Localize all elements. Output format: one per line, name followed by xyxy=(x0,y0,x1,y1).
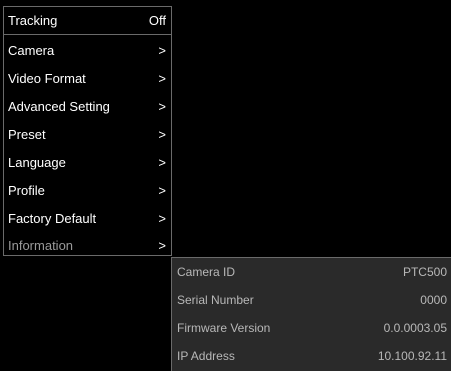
menu-item-label: Information xyxy=(8,237,74,253)
info-row-firmware-version: Firmware Version 0.0.0003.05 xyxy=(172,314,451,342)
menu-item-video-format[interactable]: Video Format > xyxy=(4,64,171,92)
info-value: 0000 xyxy=(420,293,447,307)
menu-item-information[interactable]: Information > xyxy=(4,231,171,259)
info-value: PTC500 xyxy=(402,265,447,279)
menu-item-label: Preset xyxy=(8,126,46,142)
info-label: Firmware Version xyxy=(177,321,271,335)
menu-item-camera[interactable]: Camera > xyxy=(4,36,171,64)
menu-item-preset[interactable]: Preset > xyxy=(4,120,171,148)
tracking-value: Off xyxy=(148,13,166,28)
chevron-right-icon: > xyxy=(158,182,166,198)
menu-item-advanced-setting[interactable]: Advanced Setting > xyxy=(4,92,171,120)
chevron-right-icon: > xyxy=(158,210,166,226)
chevron-right-icon: > xyxy=(158,126,166,142)
menu-item-profile[interactable]: Profile > xyxy=(4,176,171,204)
menu-item-label: Camera xyxy=(8,42,55,58)
menu-item-label: Factory Default xyxy=(8,210,97,226)
info-label: Serial Number xyxy=(177,293,254,307)
info-label: IP Address xyxy=(177,349,235,363)
info-row-camera-id: Camera ID PTC500 xyxy=(172,258,451,286)
menu-item-tracking[interactable]: Tracking Off xyxy=(4,7,171,35)
menu-item-label: Language xyxy=(8,154,66,170)
menu-item-label: Profile xyxy=(8,182,45,198)
chevron-right-icon: > xyxy=(158,154,166,170)
chevron-right-icon: > xyxy=(158,70,166,86)
info-row-ip-address: IP Address 10.100.92.11 xyxy=(172,342,451,370)
info-value: 0.0.0003.05 xyxy=(383,321,447,335)
menu-item-factory-default[interactable]: Factory Default > xyxy=(4,204,171,232)
menu-item-label: Advanced Setting xyxy=(8,98,110,114)
menu-item-label: Video Format xyxy=(8,70,86,86)
info-value: 10.100.92.11 xyxy=(377,349,447,363)
chevron-right-icon: > xyxy=(158,42,166,58)
osd-menu: Tracking Off Camera > Video Format > Adv… xyxy=(3,6,172,256)
chevron-right-icon: > xyxy=(158,98,166,114)
info-label: Camera ID xyxy=(177,265,236,279)
menu-item-label: Tracking xyxy=(8,13,58,28)
information-panel: Camera ID PTC500 Serial Number 0000 Firm… xyxy=(171,257,451,371)
chevron-right-icon: > xyxy=(158,237,166,253)
info-row-serial-number: Serial Number 0000 xyxy=(172,286,451,314)
menu-item-language[interactable]: Language > xyxy=(4,148,171,176)
